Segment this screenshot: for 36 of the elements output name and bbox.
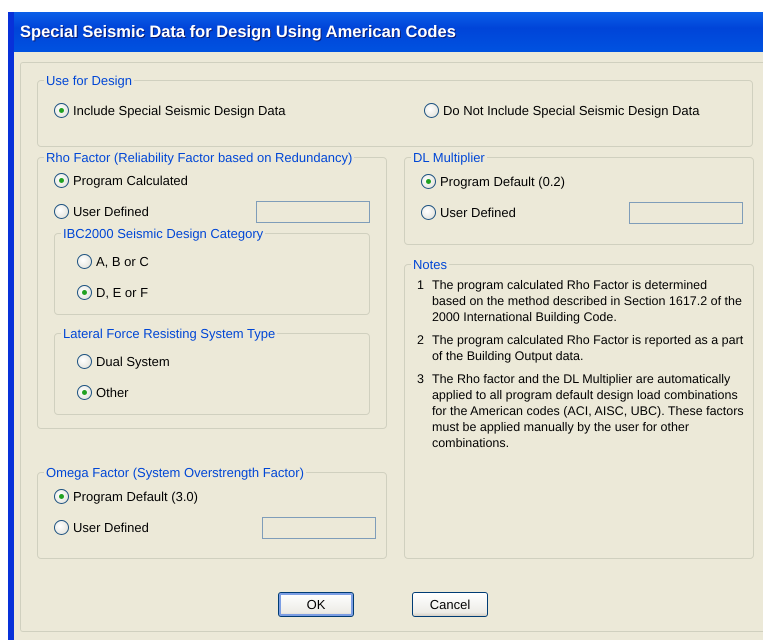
radio-label[interactable]: Include Special Seismic Design Data xyxy=(73,103,286,118)
dialog-button[interactable]: Cancel xyxy=(412,592,488,617)
radio-label[interactable]: Program Default (0.2) xyxy=(440,174,565,189)
radio-button[interactable] xyxy=(77,354,92,369)
radio-button[interactable] xyxy=(424,103,439,118)
radio-label[interactable]: Program Default (3.0) xyxy=(73,489,198,504)
note-number: 3 xyxy=(417,371,424,388)
radio-label[interactable]: User Defined xyxy=(73,520,149,535)
radio-button[interactable] xyxy=(54,204,69,219)
note-text: The program calculated Rho Factor is determined based on the method described in Section 1617.2 of the 2000 International Building Code. xyxy=(432,277,743,325)
note-text: The Rho factor and the DL Multiplier are automatically applied to all program default design load combinations for the American codes (ACI, AISC, UBC). These factors must be applied manually by the user for other combinations. xyxy=(432,371,744,451)
radio-label[interactable]: User Defined xyxy=(73,204,149,219)
radio-button[interactable] xyxy=(54,520,69,535)
radio-label[interactable]: Other xyxy=(96,385,129,400)
window-title: Special Seismic Data for Design Using American Codes xyxy=(14,12,763,52)
radio-label[interactable]: A, B or C xyxy=(96,254,149,269)
note-text: The program calculated Rho Factor is reported as a part of the Building Output data. xyxy=(432,332,744,364)
dialog-button[interactable]: OK xyxy=(278,592,354,617)
note-number: 2 xyxy=(417,332,424,349)
radio-label[interactable]: User Defined xyxy=(440,205,516,220)
radio-button[interactable] xyxy=(54,173,69,188)
radio-label[interactable]: Dual System xyxy=(96,354,170,369)
radio-button[interactable] xyxy=(77,285,92,300)
radio-label[interactable]: Do Not Include Special Seismic Design Data xyxy=(443,103,700,118)
radio-button[interactable] xyxy=(421,205,436,220)
radio-button[interactable] xyxy=(54,103,69,118)
radio-button[interactable] xyxy=(54,489,69,504)
radio-label[interactable]: D, E or F xyxy=(96,285,148,300)
radio-button[interactable] xyxy=(421,174,436,189)
note-number: 1 xyxy=(417,277,424,294)
radio-label[interactable]: Program Calculated xyxy=(73,173,188,188)
radio-button[interactable] xyxy=(77,254,92,269)
input-field[interactable] xyxy=(629,202,743,224)
input-field[interactable] xyxy=(262,516,376,538)
radio-button[interactable] xyxy=(77,385,92,400)
input-field[interactable] xyxy=(256,200,370,222)
